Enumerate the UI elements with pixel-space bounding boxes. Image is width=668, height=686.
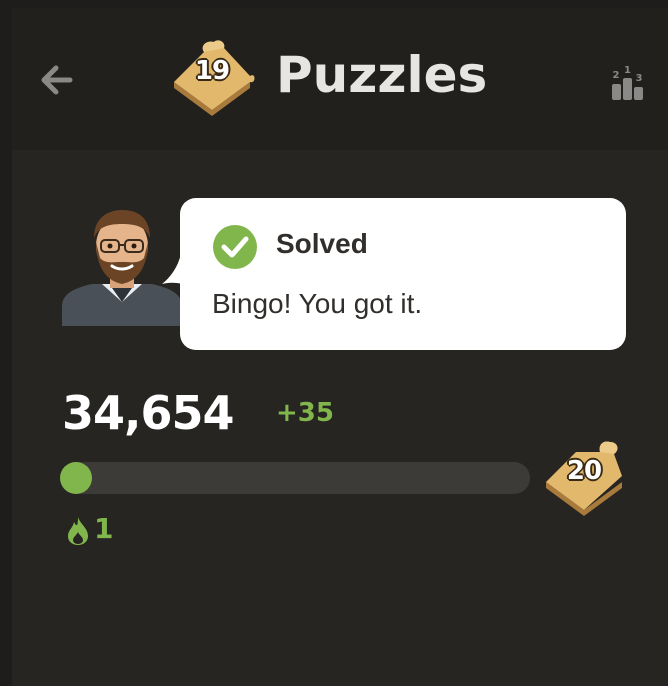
puzzle-count: 19 xyxy=(194,56,230,86)
next-milestone-badge: 20 xyxy=(542,438,628,518)
flame-icon xyxy=(68,517,88,545)
status-message: Bingo! You got it. xyxy=(212,288,423,319)
status-title: Solved xyxy=(276,228,368,259)
next-milestone-count: 20 xyxy=(566,456,602,486)
page-title: Puzzles xyxy=(276,46,488,104)
back-button[interactable] xyxy=(36,60,76,100)
checkmark-circle-icon xyxy=(213,225,257,269)
podium-digit-third: 3 xyxy=(636,73,643,84)
puzzles-app: 19 Puzzles 2 1 3 Solved Bingo! You got i… xyxy=(12,8,668,686)
header-bar: 19 Puzzles 2 1 3 xyxy=(12,8,668,150)
leaderboard-podium-icon: 2 1 3 xyxy=(612,65,643,100)
arrow-left-icon xyxy=(41,65,73,95)
podium-digit-second: 2 xyxy=(613,70,620,81)
streak-count: 1 xyxy=(94,512,114,545)
rating-change: +35 xyxy=(276,398,334,428)
podium-digit-first: 1 xyxy=(624,65,631,76)
milestone-progress-bar xyxy=(60,462,530,494)
puzzle-count-badge: 19 xyxy=(170,38,256,118)
milestone-progress-fill xyxy=(60,462,92,494)
feedback-bubble: Solved Bingo! You got it. xyxy=(180,198,626,350)
puzzle-rating: 34,654 xyxy=(62,386,235,440)
leaderboard-button[interactable]: 2 1 3 xyxy=(608,62,648,102)
